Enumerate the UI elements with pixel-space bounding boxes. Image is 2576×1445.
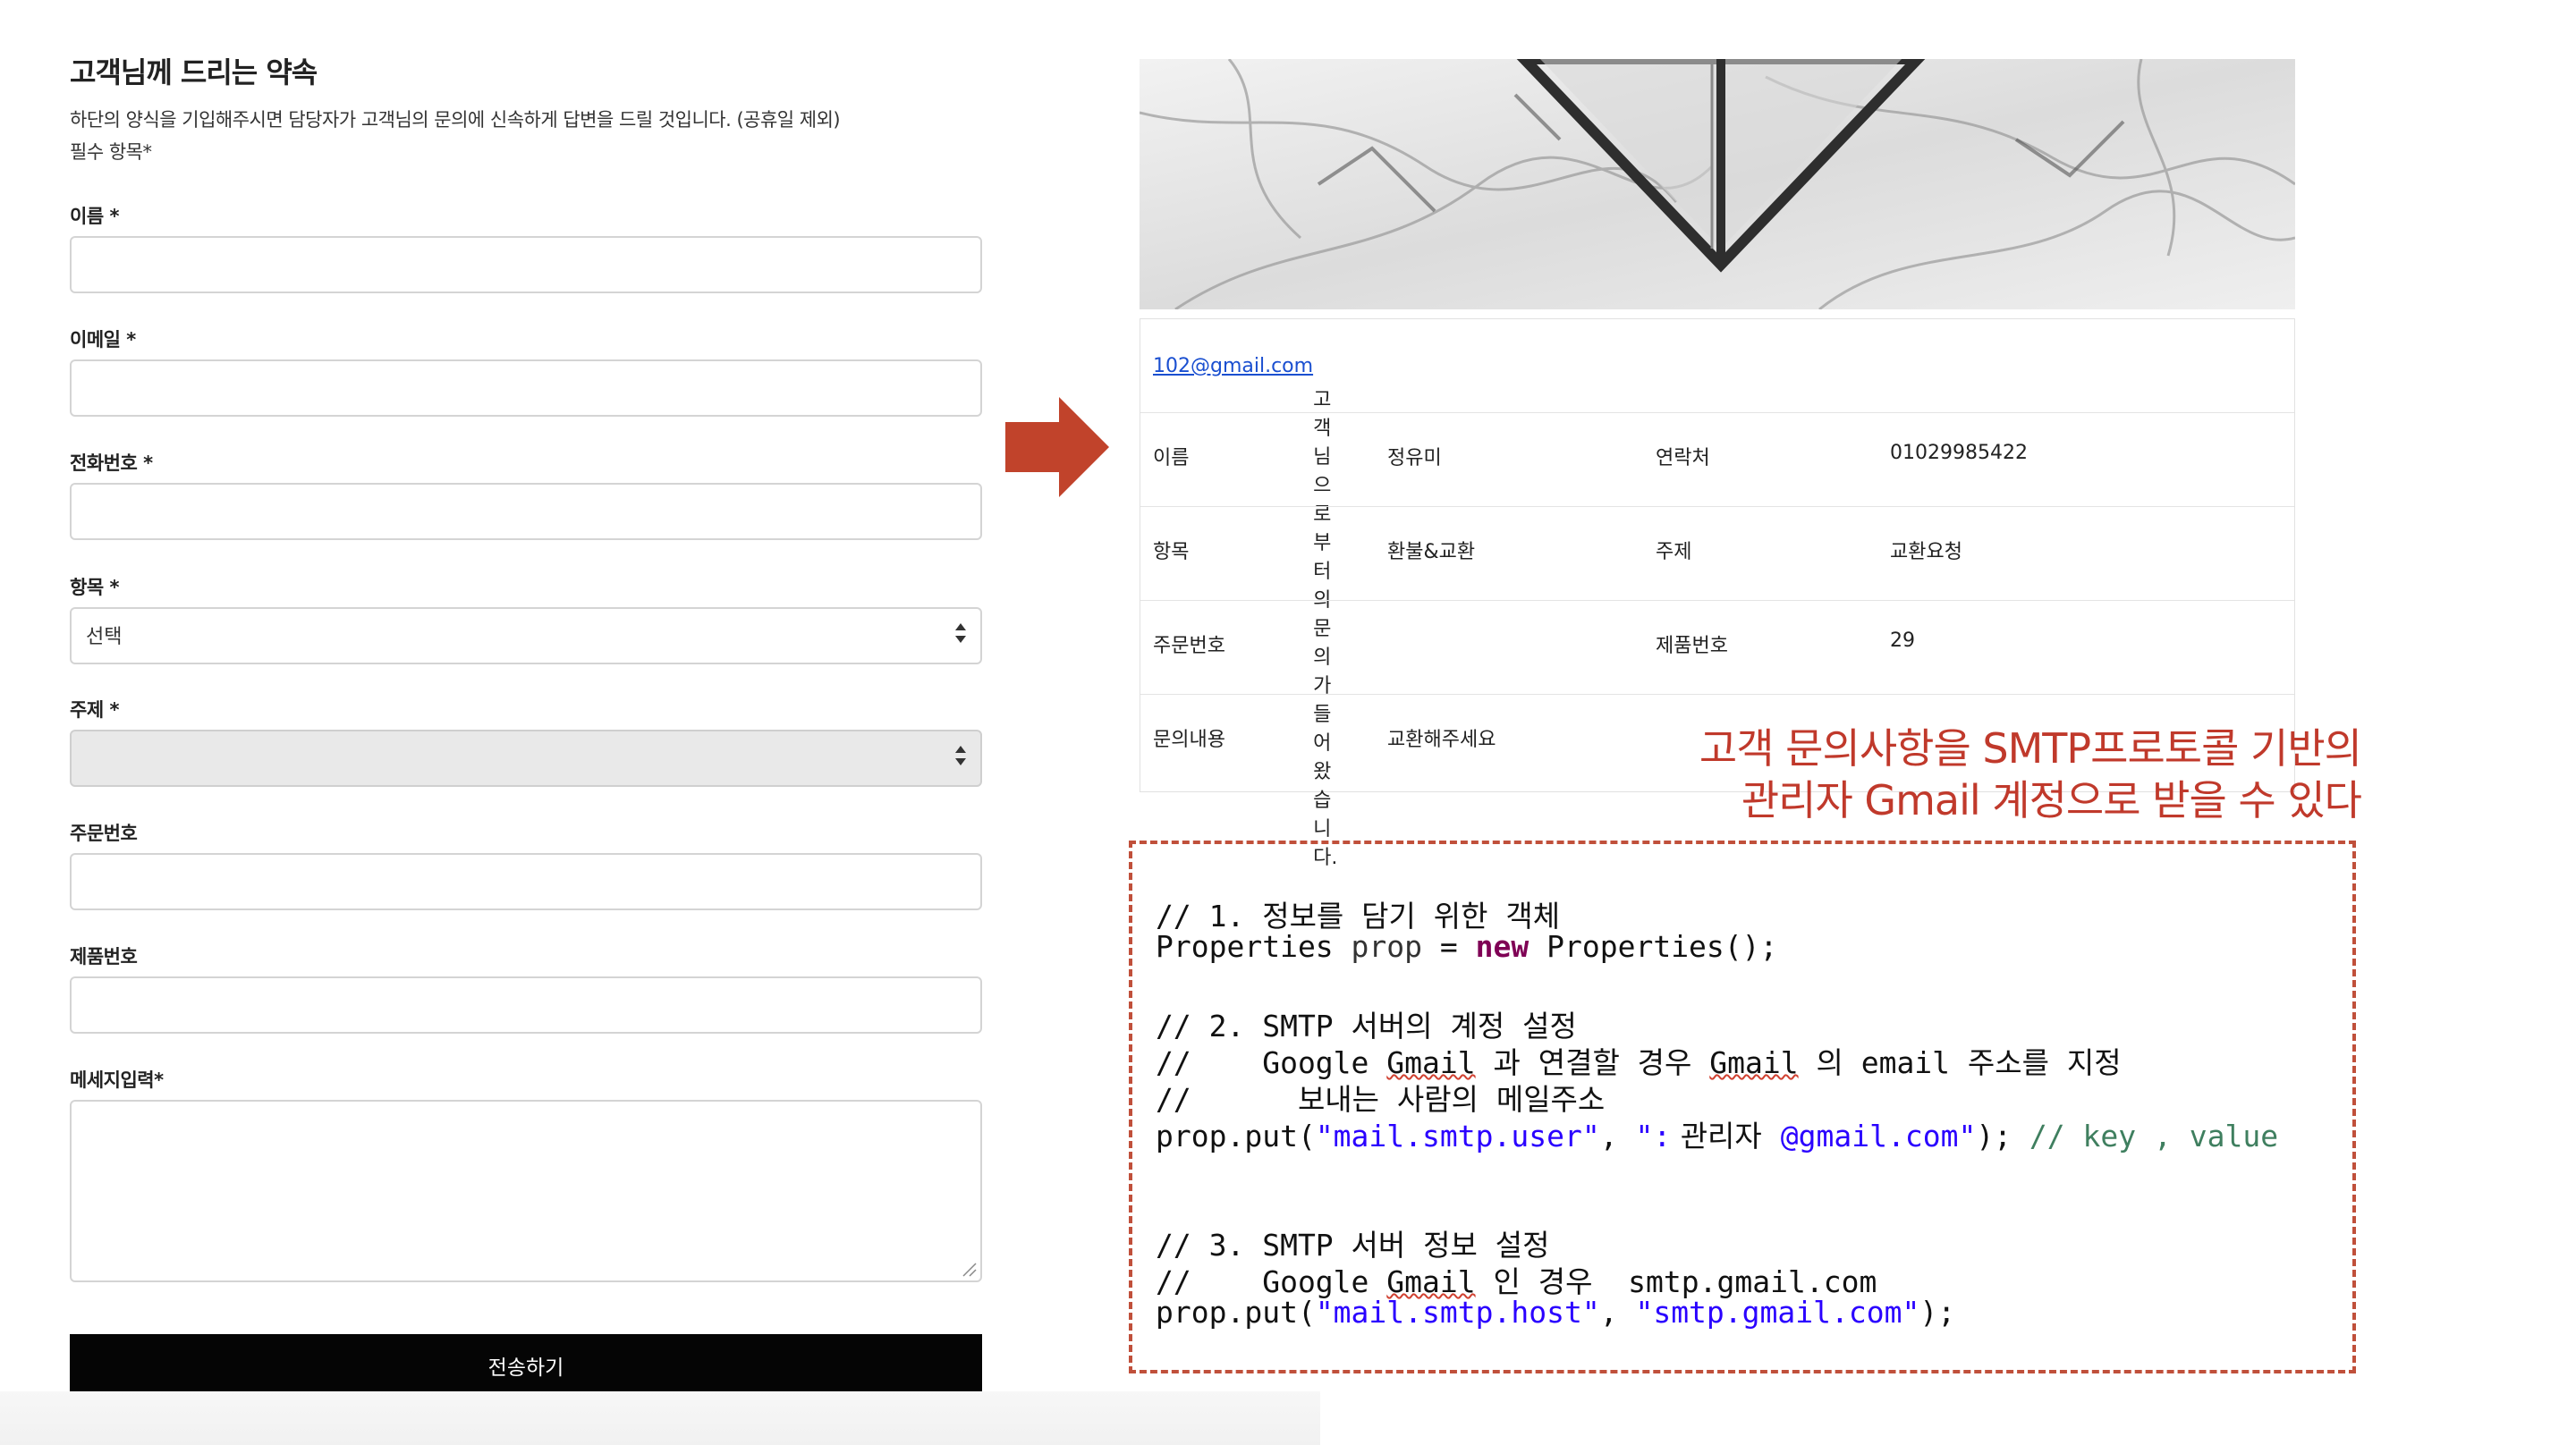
cell-key: 연락처 (1656, 447, 1710, 469)
code-line: prop.put("mail.smtp.host", "smtp.gmail.c… (1156, 1295, 1956, 1330)
product-number-input[interactable] (70, 976, 982, 1034)
product-number-label: 제품번호 (70, 946, 138, 968)
cell-value: 정유미 (1387, 447, 1442, 469)
select-arrows-icon (955, 742, 968, 769)
resize-grip-icon[interactable] (961, 1261, 977, 1277)
cell-value: 교환해주세요 (1387, 729, 1496, 751)
phone-label: 전화번호 * (70, 452, 153, 474)
cell-value: 교환요청 (1890, 541, 1962, 563)
cell-key: 문의내용 (1153, 729, 1225, 751)
required-note: 필수 항목* (70, 141, 152, 163)
subject-label: 주제 * (70, 699, 119, 721)
cell-value: 29 (1890, 630, 1915, 652)
email-header-image (1140, 59, 2295, 309)
submit-button[interactable]: 전송하기 (70, 1334, 982, 1391)
code-snippet-box: // 1. 정보를 담기 위한 객체 Properties prop = new… (1129, 841, 2356, 1373)
email-input[interactable] (70, 359, 982, 417)
product-number-field: 제품번호 (70, 942, 982, 1034)
phone-input[interactable] (70, 483, 982, 540)
category-label: 항목 * (70, 577, 119, 598)
table-row: 항목 환불&교환 주제 교환요청 (1140, 507, 2294, 601)
caption-line: 관리자 Gmail 계정으로 받을 수 있다 (1741, 776, 2362, 824)
order-number-input[interactable] (70, 853, 982, 910)
cell-key: 주제 (1656, 541, 1692, 563)
arrow-right-icon (1005, 397, 1109, 497)
name-input[interactable] (70, 236, 982, 293)
category-selected-value: 선택 (86, 626, 123, 648)
cell-key: 제품번호 (1656, 635, 1728, 657)
order-number-field: 주문번호 (70, 819, 982, 910)
email-preview: 102@gmail.com 고객님으로부터의 문의가 들어왔습니다. 이름 정유미… (1140, 318, 2295, 869)
order-number-label: 주문번호 (70, 823, 138, 844)
cell-key: 항목 (1153, 541, 1190, 563)
subject-select[interactable] (70, 730, 982, 787)
name-field: 이름 * (70, 202, 982, 293)
cell-key: 이름 (1153, 447, 1190, 469)
phone-field: 전화번호 * (70, 449, 982, 540)
email-intro: 102@gmail.com 고객님으로부터의 문의가 들어왔습니다. (1140, 319, 2294, 869)
message-label: 메세지입력* (70, 1069, 164, 1091)
form-description: 하단의 양식을 기입해주시면 담당자가 고객님의 문의에 신속하게 답변을 드릴… (70, 104, 982, 168)
cell-value: 환불&교환 (1387, 541, 1476, 563)
message-textarea[interactable] (70, 1100, 982, 1282)
category-field: 항목 * 선택 (70, 573, 982, 664)
message-field: 메세지입력* (70, 1066, 982, 1282)
caption-line: 고객 문의사항을 SMTP프로토콜 기반의 (1699, 724, 2362, 773)
cell-key: 주문번호 (1153, 635, 1225, 657)
subject-field: 주제 * (70, 696, 982, 787)
sender-email-link[interactable]: 102@gmail.com (1153, 355, 1313, 377)
form-title: 고객님께 드리는 약속 (70, 55, 318, 89)
cell-value: 01029985422 (1890, 442, 2028, 464)
email-label: 이메일 * (70, 329, 136, 351)
inquiry-form: 고객님께 드리는 약속 하단의 양식을 기입해주시면 담당자가 고객님의 문의에… (70, 50, 982, 168)
table-row: 주문번호 제품번호 29 (1140, 601, 2294, 695)
select-arrows-icon (955, 620, 968, 646)
category-select[interactable]: 선택 (70, 607, 982, 664)
name-label: 이름 * (70, 206, 119, 227)
table-row: 이름 정유미 연락처 01029985422 (1140, 413, 2294, 507)
annotation-caption: 고객 문의사항을 SMTP프로토콜 기반의 관리자 Gmail 계정으로 받을 … (1699, 722, 2362, 826)
email-field: 이메일 * (70, 325, 982, 417)
page-bottom-shade (0, 1391, 1320, 1445)
code-line: prop.put("mail.smtp.user", ": 관리자 @gmail… (1156, 1119, 2279, 1153)
form-desc-line: 하단의 양식을 기입해주시면 담당자가 고객님의 문의에 신속하게 답변을 드릴… (70, 109, 841, 131)
code-line: Properties prop = new Properties(); (1156, 929, 1778, 964)
